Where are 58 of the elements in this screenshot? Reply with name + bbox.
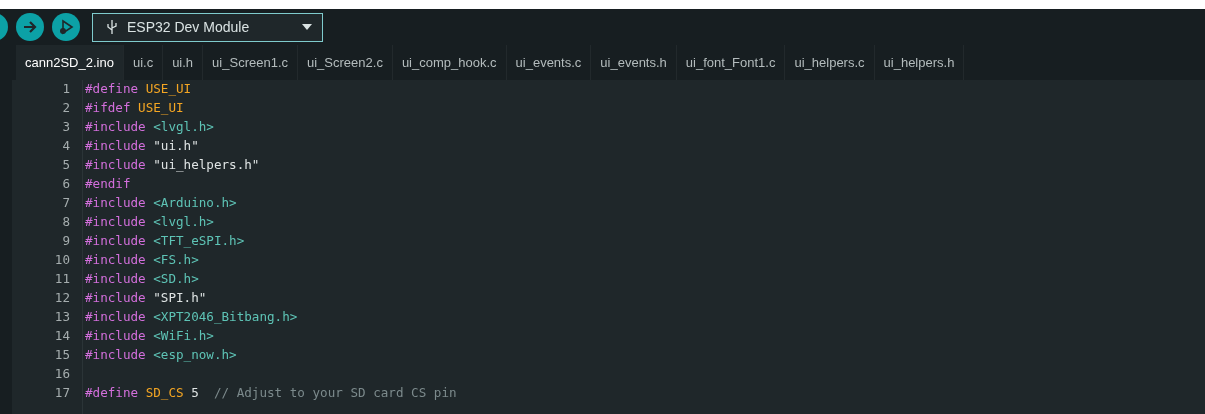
line-number: 3 [62,119,70,134]
code-token: "ui_helpers.h" [153,157,260,174]
line-number: 8 [62,214,70,229]
debug-icon [57,18,75,36]
code-token: #include [85,309,146,326]
code-token: #endif [85,176,131,193]
code-token: "SPI.h" [153,290,207,307]
debug-button[interactable] [52,13,80,41]
code-token: <FS.h> [153,252,199,269]
code-token: "ui.h" [153,138,199,155]
code-token: USE_UI [145,81,192,98]
line-number: 13 [54,309,70,324]
line-number: 15 [54,347,70,362]
code-token: <XPT2046_Bitbang.h> [153,309,298,326]
line-number: 9 [62,233,70,248]
code-token: <lvgl.h> [153,214,214,231]
code-token: <esp_now.h> [153,347,237,364]
arrow-icon [22,19,38,35]
code-token: <Arduino.h> [153,195,237,212]
line-number: 2 [62,100,70,115]
code-token: #ifdef [85,100,131,117]
code-token: <SD.h> [153,271,199,288]
code-token: #include [85,290,146,307]
code-token: 5 [191,385,199,402]
board-selector[interactable]: ESP32 Dev Module [92,12,323,42]
code-token: // Adjust to your SD card CS pin [212,385,457,402]
code-token: #include [85,328,146,345]
code-token: USE_UI [138,100,184,117]
code-token: #include [85,252,146,269]
code-token: #include [85,119,146,136]
code-token: #include [85,157,146,174]
code-token: #include [85,271,146,288]
line-number: 7 [62,195,70,210]
code-token: #include [85,138,146,155]
code-token: #include [85,233,146,250]
line-number: 16 [54,366,70,381]
code-token: #include [85,214,146,231]
usb-icon [107,19,117,35]
code-token: #define [85,81,139,98]
code-token: <lvgl.h> [153,119,214,136]
code-token: #define [85,385,139,402]
code-token: <TFT_eSPI.h> [153,233,245,250]
code-token: <WiFi.h> [153,328,214,345]
line-number: 10 [54,252,70,267]
line-number: 5 [62,157,70,172]
line-number: 4 [62,138,70,153]
caret-icon [302,24,312,30]
line-number: 12 [54,290,70,305]
code-token: SD_CS [145,385,184,402]
file-tab[interactable]: cann2SD_2.ino [16,45,124,80]
line-number: 6 [62,176,70,191]
code-token: #include [85,195,146,212]
line-number: 14 [54,328,70,343]
upload-button[interactable] [16,13,44,41]
code-token: #include [85,347,146,364]
line-number: 17 [54,385,70,400]
line-number: 11 [54,271,70,286]
line-number: 1 [62,81,70,96]
